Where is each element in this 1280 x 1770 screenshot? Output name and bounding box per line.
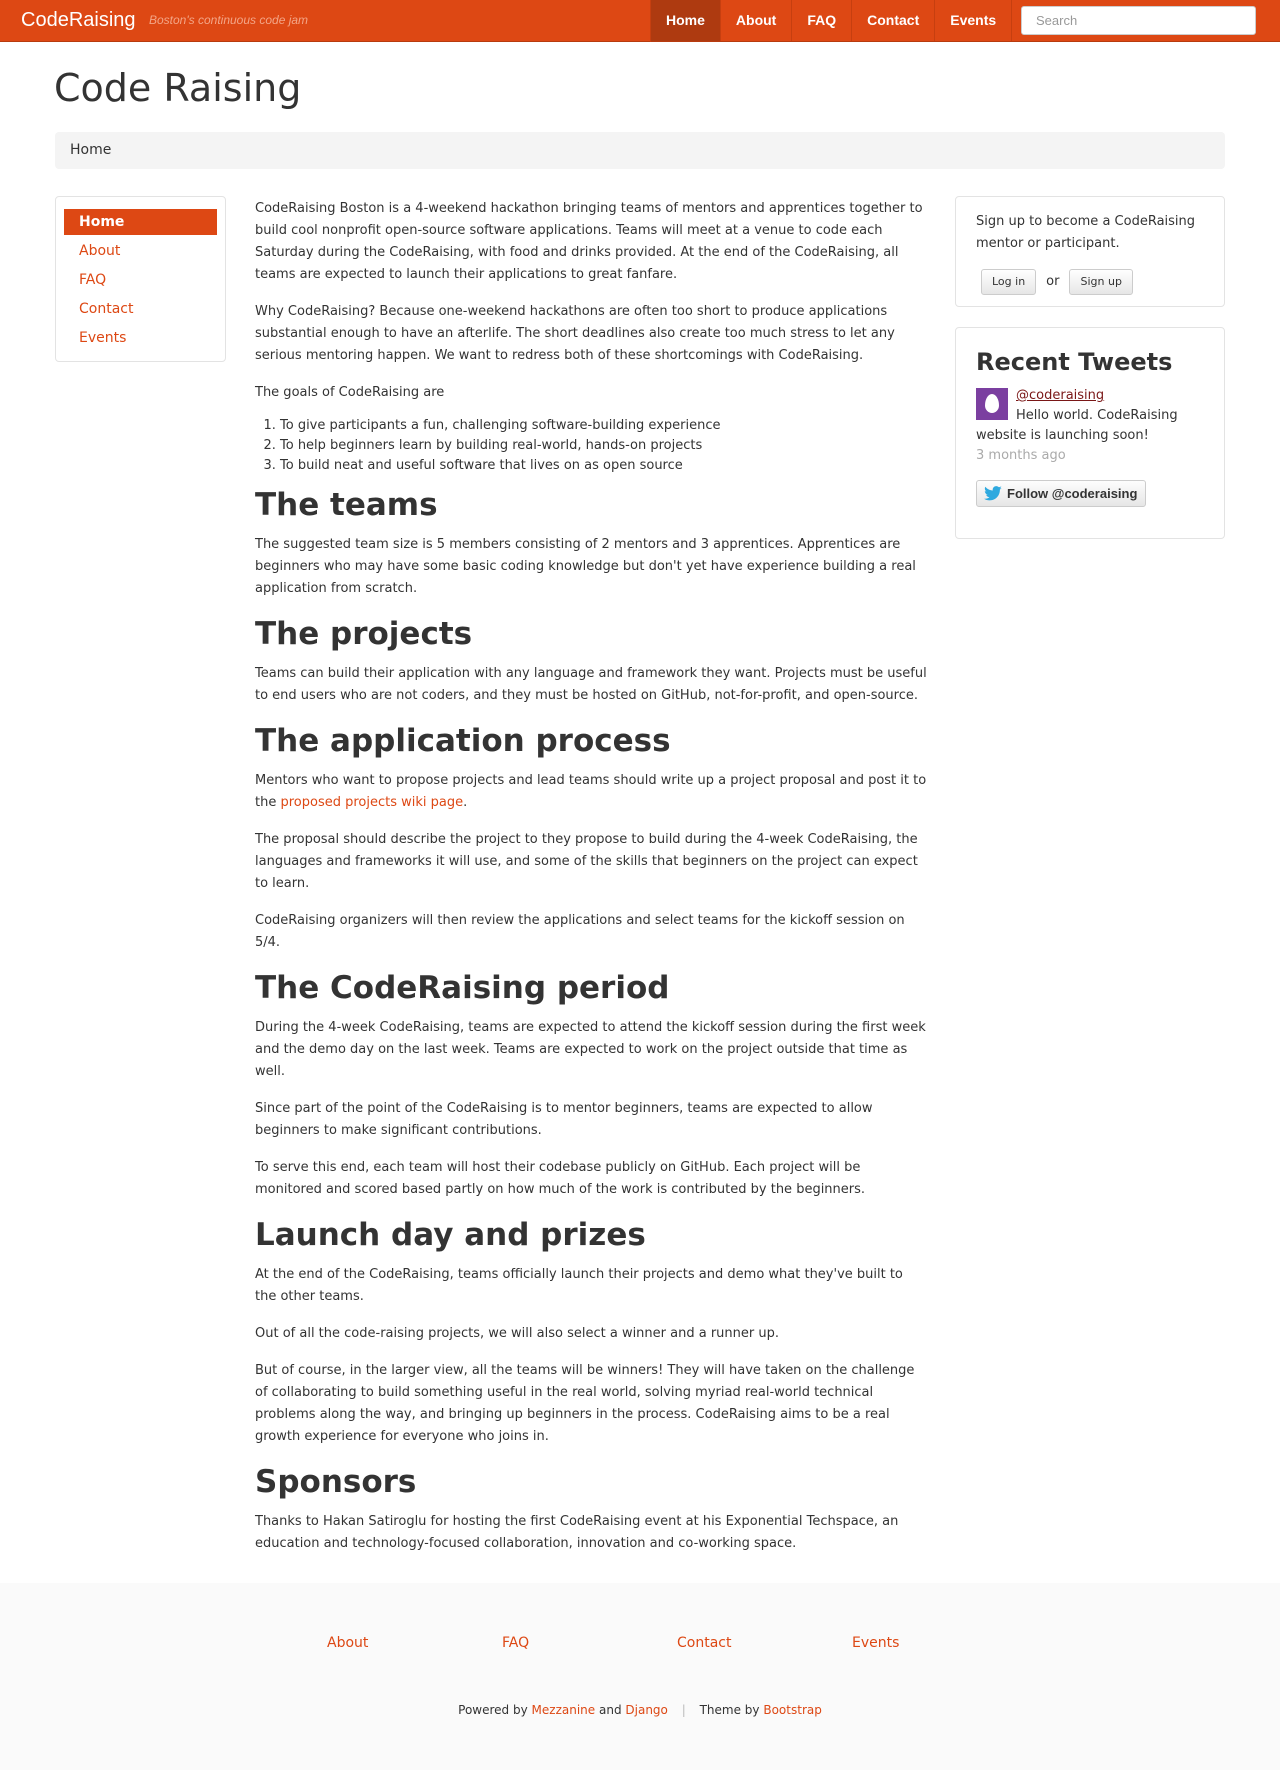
footer-link-about[interactable]: About: [327, 1635, 368, 1651]
projects-paragraph: Teams can build their application with a…: [255, 666, 927, 703]
powered-by-line: Powered by Mezzanine and Django | Theme …: [0, 1703, 1280, 1717]
avatar[interactable]: [976, 388, 1008, 420]
application-heading: The application process: [255, 723, 671, 759]
sidebar-item-contact[interactable]: Contact: [64, 296, 217, 322]
powered-by-label: Powered by: [458, 1703, 528, 1717]
bootstrap-link[interactable]: Bootstrap: [763, 1703, 821, 1717]
nav-item-about[interactable]: About: [721, 0, 793, 41]
signup-panel: Sign up to become a CodeRaising mentor o…: [955, 196, 1225, 307]
proposed-projects-link[interactable]: proposed projects wiki page: [280, 795, 463, 810]
teams-heading: The teams: [255, 487, 438, 523]
search-input[interactable]: [1021, 6, 1256, 35]
tweet-timestamp: 3 months ago: [976, 448, 1066, 463]
footer-link-events[interactable]: Events: [852, 1635, 899, 1651]
breadcrumb-item-home: Home: [70, 142, 112, 158]
follow-label: Follow @coderaising: [1007, 486, 1138, 501]
period-heading: The CodeRaising period: [255, 970, 670, 1006]
application-text-end: .: [463, 795, 468, 810]
footer-link-contact[interactable]: Contact: [677, 1635, 731, 1651]
nav-item-events[interactable]: Events: [935, 0, 1013, 41]
teams-paragraph: The suggested team size is 5 members con…: [255, 537, 916, 596]
follow-button[interactable]: Follow @coderaising: [976, 480, 1147, 507]
brand-tagline: Boston's continuous code jam: [149, 13, 309, 27]
sponsors-heading: Sponsors: [255, 1464, 417, 1500]
left-sidebar-nav: Home About FAQ Contact Events: [55, 196, 226, 362]
goal-item: To give participants a fun, challenging …: [280, 416, 927, 436]
intro-paragraph: CodeRaising Boston is a 4-weekend hackat…: [255, 201, 923, 282]
separator: |: [681, 1703, 686, 1717]
top-navbar: CodeRaising Boston's continuous code jam…: [0, 0, 1280, 42]
signup-actions: Log in or Sign up: [976, 269, 1204, 295]
application-paragraph-3: CodeRaising organizers will then review …: [255, 913, 905, 950]
goals-list: To give participants a fun, challenging …: [255, 416, 927, 476]
projects-heading: The projects: [255, 616, 473, 652]
sidebar-item-home[interactable]: Home: [64, 209, 217, 235]
application-paragraph-1: Mentors who want to propose projects and…: [255, 770, 927, 814]
nav-item-faq[interactable]: FAQ: [792, 0, 853, 41]
application-paragraph-2: The proposal should describe the project…: [255, 832, 918, 891]
or-label: or: [1046, 274, 1060, 289]
and-label: and: [598, 1703, 622, 1717]
nav-item-home[interactable]: Home: [651, 0, 721, 41]
goal-item: To build neat and useful software that l…: [280, 456, 927, 476]
period-paragraph-2: Since part of the point of the CodeRaisi…: [255, 1101, 873, 1138]
launch-paragraph-1: At the end of the CodeRaising, teams off…: [255, 1267, 903, 1304]
page-title: Code Raising: [54, 66, 302, 110]
signup-button[interactable]: Sign up: [1069, 269, 1133, 295]
goals-intro: The goals of CodeRaising are: [255, 385, 445, 400]
tweets-title: Recent Tweets: [976, 348, 1173, 376]
sponsors-paragraph: Thanks to Hakan Satiroglu for hosting th…: [255, 1514, 899, 1551]
django-link[interactable]: Django: [625, 1703, 668, 1717]
nav-item-contact[interactable]: Contact: [852, 0, 936, 41]
theme-by-label: Theme by: [699, 1703, 760, 1717]
launch-heading: Launch day and prizes: [255, 1217, 646, 1253]
egg-avatar-icon: [985, 394, 999, 413]
brand-logo[interactable]: CodeRaising: [21, 9, 136, 32]
footer: About FAQ Contact Events Powered by Mezz…: [0, 1583, 1280, 1770]
tweet-item: @coderaising Hello world. CodeRaising we…: [976, 386, 1204, 466]
breadcrumb: Home: [55, 132, 1225, 169]
sidebar-item-about[interactable]: About: [64, 238, 217, 264]
sidebar-item-events[interactable]: Events: [64, 325, 217, 351]
period-paragraph-1: During the 4-week CodeRaising, teams are…: [255, 1020, 926, 1079]
mezzanine-link[interactable]: Mezzanine: [532, 1703, 596, 1717]
login-button[interactable]: Log in: [981, 269, 1037, 295]
signup-text: Sign up to become a CodeRaising mentor o…: [976, 214, 1196, 251]
main-nav: Home About FAQ Contact Events: [650, 0, 1013, 42]
launch-paragraph-3: But of course, in the larger view, all t…: [255, 1363, 915, 1444]
period-paragraph-3: To serve this end, each team will host t…: [255, 1160, 866, 1197]
twitter-bird-icon: [984, 485, 1002, 500]
footer-link-faq[interactable]: FAQ: [502, 1635, 529, 1651]
goal-item: To help beginners learn by building real…: [280, 436, 927, 456]
recent-tweets-panel: Recent Tweets @coderaising Hello world. …: [955, 327, 1225, 539]
sidebar-item-faq[interactable]: FAQ: [64, 267, 217, 293]
tweet-handle-link[interactable]: @coderaising: [1016, 388, 1104, 403]
launch-paragraph-2: Out of all the code-raising projects, we…: [255, 1326, 779, 1341]
why-paragraph: Why CodeRaising? Because one-weekend hac…: [255, 304, 895, 363]
main-content: CodeRaising Boston is a 4-weekend hackat…: [255, 198, 927, 1570]
